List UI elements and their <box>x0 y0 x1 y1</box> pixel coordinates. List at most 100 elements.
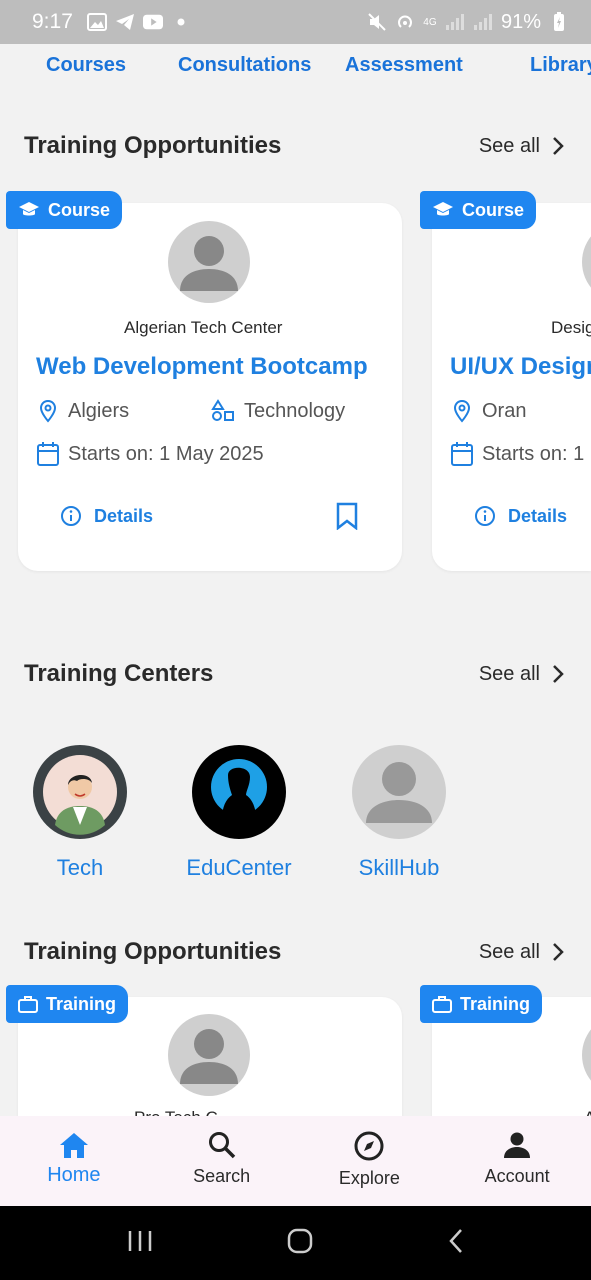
status-time: 9:17 <box>32 10 73 33</box>
location-pin-icon <box>453 399 471 423</box>
section-title: Training Opportunities <box>24 132 282 159</box>
back-icon <box>448 1228 462 1253</box>
search-icon <box>208 1132 235 1159</box>
network-icon: 4G <box>423 16 437 28</box>
home-circle-icon <box>287 1228 312 1253</box>
bookmark-button[interactable] <box>336 502 358 535</box>
back-button[interactable] <box>447 1227 465 1260</box>
nav-label: Account <box>484 1166 550 1186</box>
see-all-button[interactable]: See all <box>479 941 564 964</box>
signal-icon-2 <box>473 12 493 32</box>
cartoon-person-icon <box>43 755 117 835</box>
nav-search[interactable]: Search <box>148 1116 296 1206</box>
bottom-navigation: Home Search Explore Account <box>0 1116 591 1206</box>
section-title: Training Centers <box>24 660 214 687</box>
course-category: Technology <box>210 399 345 423</box>
youtube-icon <box>142 12 163 32</box>
section-header-training-2: Training Opportunities See all <box>24 938 564 966</box>
hotspot-icon <box>395 12 415 32</box>
center-avatar <box>168 221 250 303</box>
center-avatar <box>168 1014 250 1096</box>
system-navigation-bar <box>0 1206 591 1280</box>
nav-home[interactable]: Home <box>0 1116 148 1206</box>
graduation-cap-icon <box>433 202 453 216</box>
recent-apps-icon <box>128 1230 151 1251</box>
silhouette-icon <box>211 759 267 819</box>
gallery-icon <box>86 12 107 32</box>
home-icon <box>59 1133 88 1158</box>
course-title[interactable]: UI/UX Design <box>450 353 591 381</box>
briefcase-icon <box>18 996 38 1013</box>
center-avatar <box>192 745 286 839</box>
nav-account[interactable]: Account <box>443 1116 591 1206</box>
calendar-icon <box>451 442 473 466</box>
center-item-tech[interactable]: Tech <box>15 745 145 881</box>
course-title[interactable]: Web Development Bootcamp <box>36 353 368 381</box>
course-card[interactable]: Desig UI/UX Design Oran Starts on: 1 Det… <box>432 203 591 571</box>
training-tag: Training <box>420 985 543 1023</box>
center-name: Algerian Tech Center <box>124 318 283 337</box>
home-button[interactable] <box>286 1227 314 1260</box>
info-icon <box>475 506 495 526</box>
course-location: Oran <box>450 399 526 423</box>
course-tag: Course <box>6 191 123 229</box>
category-assessment[interactable]: Assessment <box>345 54 463 77</box>
course-location: Algiers <box>36 399 129 423</box>
briefcase-icon <box>432 996 452 1013</box>
see-all-button[interactable]: See all <box>479 135 564 158</box>
person-icon <box>180 236 238 291</box>
nav-explore[interactable]: Explore <box>296 1116 444 1206</box>
bookmark-icon <box>336 502 358 531</box>
calendar-icon <box>37 442 59 466</box>
mute-icon <box>367 12 387 32</box>
center-avatar <box>33 745 127 839</box>
see-all-label: See all <box>478 940 540 963</box>
info-icon <box>61 506 81 526</box>
course-tag: Course <box>420 191 537 229</box>
section-header-training: Training Opportunities See all <box>24 132 564 160</box>
signal-icon <box>445 12 465 32</box>
tag-label: Training <box>46 993 117 1014</box>
recent-apps-button[interactable] <box>127 1229 153 1258</box>
see-all-button[interactable]: See all <box>479 663 564 686</box>
nav-label: Home <box>47 1164 101 1186</box>
course-card[interactable]: Algerian Tech Center Web Development Boo… <box>18 203 402 571</box>
center-avatar <box>582 1014 591 1096</box>
nav-label: Explore <box>338 1168 400 1188</box>
category-shapes-icon <box>211 399 234 421</box>
see-all-label: See all <box>478 662 540 685</box>
dot-icon <box>171 12 191 32</box>
center-name: SkillHub <box>358 855 440 880</box>
status-bar: 9:17 4G 91% <box>0 0 591 44</box>
compass-icon <box>354 1131 384 1161</box>
chevron-right-icon <box>553 943 564 961</box>
tag-label: Course <box>462 199 525 220</box>
see-all-label: See all <box>478 134 540 157</box>
details-button[interactable]: Details <box>60 505 153 527</box>
telegram-icon <box>115 12 135 32</box>
section-title: Training Opportunities <box>24 938 282 965</box>
section-header-centers: Training Centers See all <box>24 660 564 688</box>
training-tag: Training <box>6 985 129 1023</box>
center-item-skillhub[interactable]: SkillHub <box>334 745 464 881</box>
category-courses[interactable]: Courses <box>46 54 126 77</box>
center-avatar <box>582 221 591 303</box>
person-icon <box>180 1029 238 1084</box>
tag-label: Training <box>460 993 531 1014</box>
person-icon <box>366 762 432 823</box>
chevron-right-icon <box>553 137 564 155</box>
chevron-right-icon <box>553 665 564 683</box>
battery-level: 91% <box>500 10 541 33</box>
person-icon <box>504 1132 531 1158</box>
center-name: EduCenter <box>186 855 292 880</box>
course-start-date: Starts on: 1 May 2025 <box>36 441 264 467</box>
course-start-date: Starts on: 1 <box>450 441 584 467</box>
category-consultations[interactable]: Consultations <box>178 54 311 77</box>
tag-label: Course <box>48 199 111 220</box>
details-button[interactable]: Details <box>474 505 567 527</box>
center-item-educenter[interactable]: EduCenter <box>174 745 304 881</box>
center-avatar <box>352 745 446 839</box>
category-library[interactable]: Library <box>530 54 591 77</box>
battery-icon <box>549 12 569 32</box>
center-name: Tech <box>56 855 104 880</box>
